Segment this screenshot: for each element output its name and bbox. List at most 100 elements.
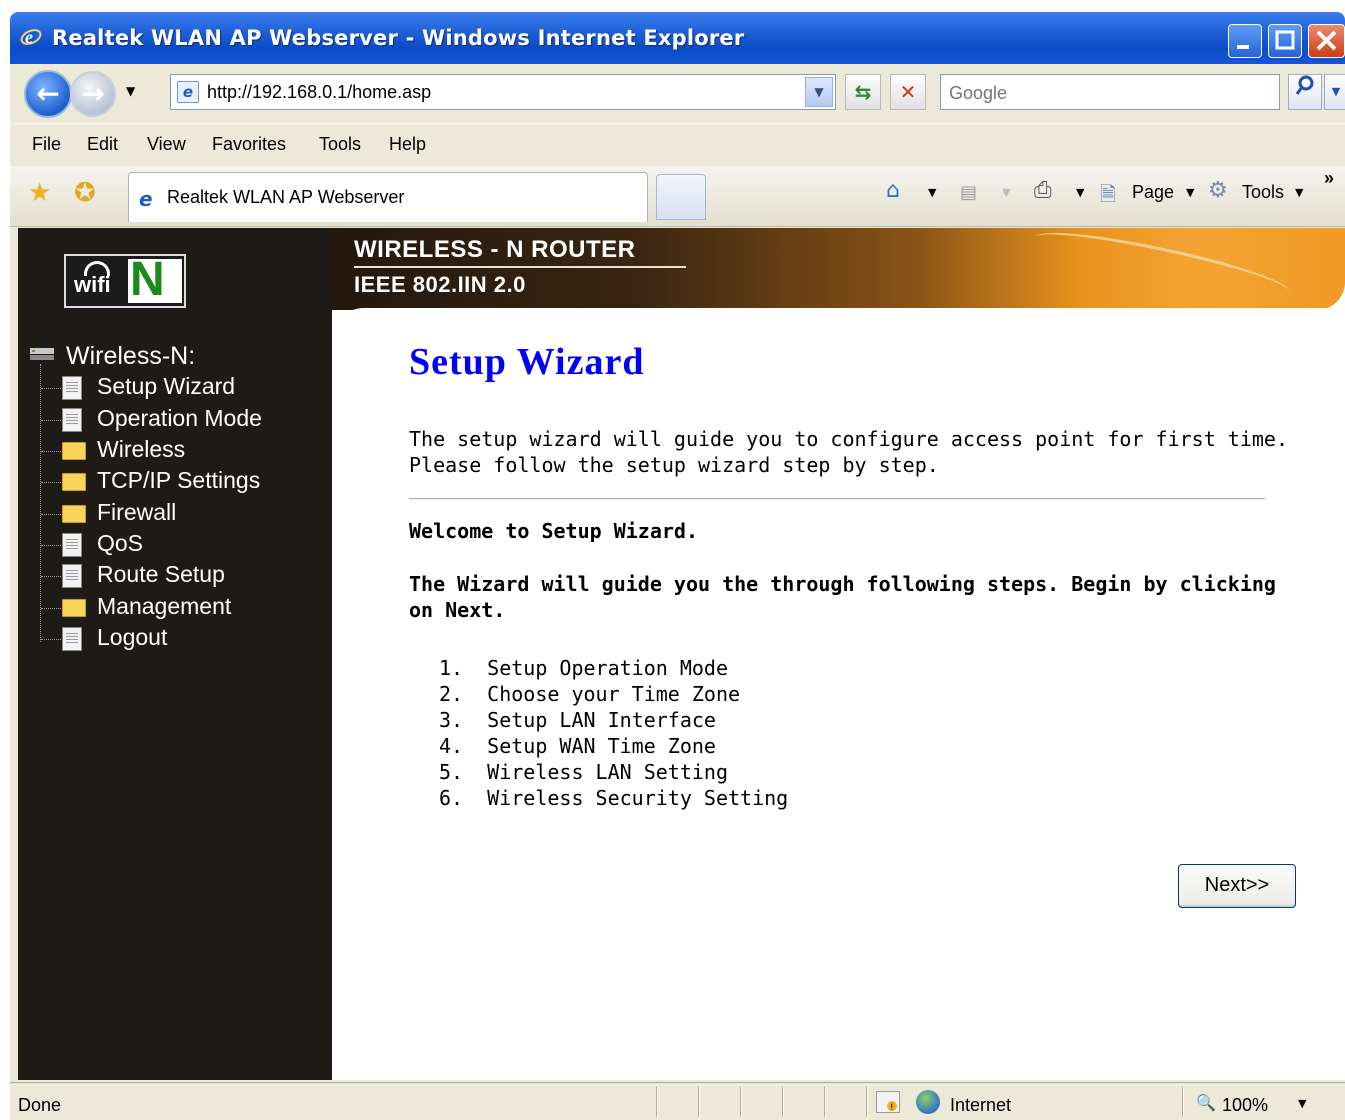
window-title: Realtek WLAN AP Webserver - Windows Inte… (52, 26, 745, 50)
sidebar-item-management[interactable]: Management (18, 593, 332, 623)
sidebar-item-wireless[interactable]: Wireless (18, 436, 332, 466)
list-item: 6. Wireless Security Setting (439, 786, 789, 810)
sidebar-item-logout[interactable]: Logout (18, 624, 332, 654)
menu-favorites[interactable]: Favorites (212, 134, 286, 155)
document-icon (62, 533, 82, 557)
home-dropdown-icon[interactable]: ▼ (928, 186, 936, 199)
ie-logo-icon: e (20, 26, 42, 48)
feeds-dropdown-icon: ▼ (1002, 186, 1011, 199)
protected-mode-icon[interactable]: ! (876, 1091, 900, 1113)
back-arrow-icon: ← (36, 77, 60, 110)
svg-text:e: e (25, 27, 33, 47)
close-button[interactable] (1308, 24, 1345, 58)
search-icon (1295, 75, 1314, 95)
sidebar: wifi N Wireless-N: Setup Wizard Operatio… (18, 228, 332, 1080)
internet-zone-globe-icon (916, 1090, 940, 1114)
search-field[interactable] (940, 74, 1280, 110)
print-dropdown-icon[interactable]: ▼ (1076, 186, 1084, 199)
sidebar-item-route-setup[interactable]: Route Setup (18, 561, 332, 591)
document-icon (62, 408, 82, 432)
list-item: 2. Choose your Time Zone (439, 682, 741, 706)
back-button[interactable]: ← (24, 70, 72, 118)
guide-text: The Wizard will guide you the through fo… (409, 572, 1276, 622)
document-icon (62, 627, 82, 651)
zoom-icon: 🔍 (1196, 1093, 1216, 1112)
list-item: 1. Setup Operation Mode (439, 656, 728, 680)
security-zone-label[interactable]: Internet (950, 1095, 1011, 1116)
zoom-dropdown-icon[interactable]: ▼ (1298, 1097, 1306, 1110)
stop-icon: ✕ (899, 80, 917, 104)
sidebar-item-setup-wizard[interactable]: Setup Wizard (18, 373, 332, 403)
page-title: Setup Wizard (409, 341, 645, 383)
welcome-text: Welcome to Setup Wizard. (409, 519, 698, 543)
tab-realtek-webserver[interactable]: e Realtek WLAN AP Webserver (128, 172, 648, 222)
menu-tools[interactable]: Tools (319, 134, 361, 155)
list-item: 5. Wireless LAN Setting (439, 760, 728, 784)
stop-button[interactable]: ✕ (890, 74, 926, 110)
next-button[interactable]: Next>> (1178, 864, 1296, 908)
print-icon[interactable]: ⎙ (1034, 178, 1052, 203)
intro-text: The setup wizard will guide you to confi… (409, 427, 1288, 477)
menu-help[interactable]: Help (389, 134, 426, 155)
document-icon (62, 376, 82, 400)
feeds-icon[interactable]: ▤ (960, 182, 977, 203)
search-input[interactable] (947, 77, 1271, 109)
page-menu-label[interactable]: Page (1132, 182, 1174, 203)
zoom-level[interactable]: 100% (1222, 1095, 1268, 1116)
banner-title: WIRELESS - N ROUTER (354, 236, 636, 263)
address-dropdown-icon[interactable]: ▼ (805, 77, 833, 107)
sidebar-item-qos[interactable]: QoS (18, 530, 332, 560)
sidebar-item-operation-mode[interactable]: Operation Mode (18, 405, 332, 435)
sidebar-item-firewall[interactable]: Firewall (18, 499, 332, 529)
address-field[interactable]: e http://192.168.0.1/home.asp ▼ (170, 74, 836, 110)
maximize-button[interactable] (1268, 24, 1302, 58)
list-item: 4. Setup WAN Time Zone (439, 734, 716, 758)
status-text: Done (18, 1095, 62, 1115)
network-root-icon (30, 346, 54, 362)
status-bar: Done ! Internet 🔍 100% ▼ (10, 1082, 1345, 1120)
window-title-bar: e Realtek WLAN AP Webserver - Windows In… (10, 12, 1345, 64)
search-options-dropdown-icon[interactable]: ▼ (1324, 74, 1345, 110)
menu-view[interactable]: View (147, 134, 186, 155)
address-toolbar: ← → ▼ e http://192.168.0.1/home.asp ▼ ⇆ … (10, 64, 1345, 122)
sidebar-item-tcpip-settings[interactable]: TCP/IP Settings (18, 467, 332, 497)
page-menu-icon: 🗎 (1100, 182, 1117, 206)
url-text[interactable]: http://192.168.0.1/home.asp (207, 82, 431, 103)
folder-icon (62, 442, 86, 460)
logo-wifi-text: wifi (74, 272, 111, 297)
favorites-center-icon[interactable]: ★ (28, 178, 51, 208)
folder-icon (62, 473, 86, 491)
document-icon (62, 564, 82, 588)
menu-edit[interactable]: Edit (87, 134, 118, 155)
menu-file[interactable]: File (32, 134, 61, 155)
list-item: 3. Setup LAN Interface (439, 708, 716, 732)
banner-subtitle: IEEE 802.IIN 2.0 (354, 272, 526, 297)
minimize-button[interactable] (1228, 24, 1262, 58)
tools-menu-label[interactable]: Tools (1242, 182, 1284, 203)
tools-gear-icon: ⚙ (1208, 178, 1228, 203)
header-banner: WIRELESS - N ROUTER IEEE 802.IIN 2.0 (332, 228, 1345, 310)
refresh-button[interactable]: ⇆ (845, 74, 881, 110)
more-commands-chevron-icon[interactable]: » (1324, 168, 1334, 189)
divider (409, 498, 1265, 500)
home-icon[interactable]: ⌂ (886, 178, 900, 203)
recent-pages-dropdown-icon[interactable]: ▼ (126, 84, 135, 98)
logo-n-text: N (130, 253, 165, 306)
menu-bar: File Edit View Favorites Tools Help (10, 123, 1345, 167)
folder-icon (62, 599, 86, 617)
wifi-n-logo: wifi N (64, 253, 186, 308)
forward-arrow-icon: → (81, 77, 105, 110)
folder-icon (62, 505, 86, 523)
page-content: wifi N Wireless-N: Setup Wizard Operatio… (18, 228, 1345, 1080)
page-icon: e (177, 81, 199, 103)
steps-list: 1. Setup Operation Mode 2. Choose your T… (439, 655, 788, 811)
add-favorite-icon[interactable]: ✪ (74, 178, 96, 208)
page-dropdown-icon[interactable]: ▼ (1186, 186, 1194, 199)
search-button[interactable] (1288, 74, 1322, 110)
refresh-icon: ⇆ (854, 80, 872, 104)
new-tab-button[interactable] (656, 174, 706, 220)
tree-root-label: Wireless-N: (66, 342, 196, 370)
tools-dropdown-icon[interactable]: ▼ (1295, 186, 1303, 199)
ie-page-icon: e (139, 187, 153, 211)
forward-button[interactable]: → (70, 71, 116, 117)
